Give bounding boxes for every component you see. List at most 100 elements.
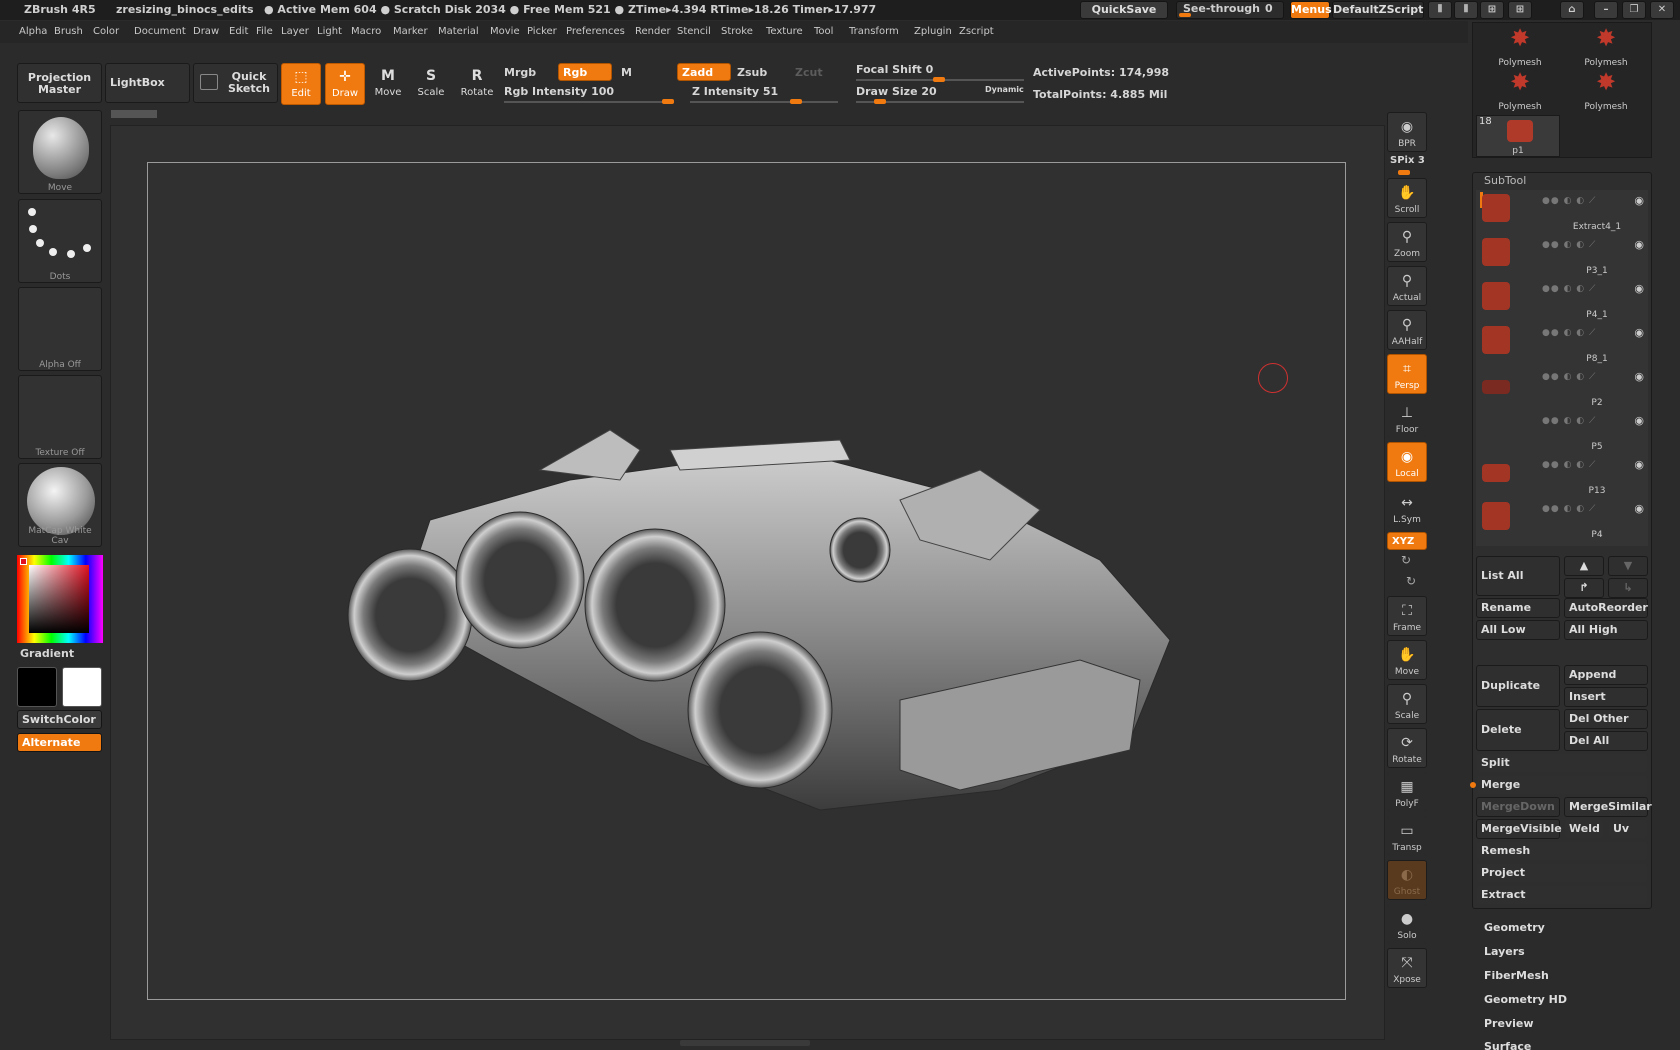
jump-down-arrow-icon[interactable]: ↳: [1608, 578, 1648, 598]
auto-reorder-button[interactable]: AutoReorder: [1564, 598, 1648, 618]
preview-section[interactable]: Preview: [1484, 1017, 1534, 1030]
subtool-row-p13[interactable]: ●● ◐ ◐ ⟋ ◉ P13: [1476, 454, 1652, 498]
subtool-toggles[interactable]: ●● ◐ ◐ ⟋: [1542, 240, 1596, 250]
visibility-eye-icon[interactable]: ◉: [1634, 370, 1644, 383]
menu-brush[interactable]: Brush: [54, 26, 83, 37]
weld-toggle[interactable]: Weld: [1564, 819, 1604, 839]
subtool-title[interactable]: SubTool: [1484, 174, 1526, 187]
move-mode-button[interactable]: M Move: [368, 63, 408, 105]
mrgb-button[interactable]: Mrgb: [504, 66, 536, 79]
stroke-thumbnail[interactable]: Dots: [18, 199, 102, 283]
geometry-section[interactable]: Geometry: [1484, 921, 1545, 934]
rgb-intensity-slider[interactable]: [504, 101, 674, 103]
menu-texture[interactable]: Texture: [766, 26, 803, 37]
subtool-toggles[interactable]: ●● ◐ ◐ ⟋: [1542, 372, 1596, 382]
see-through-slider[interactable]: See-through 0: [1176, 1, 1284, 19]
solo-toggle[interactable]: ● Solo: [1387, 904, 1427, 944]
menu-marker[interactable]: Marker: [393, 26, 428, 37]
floor-toggle[interactable]: ⊥ Floor: [1387, 398, 1427, 438]
xpose-button[interactable]: ⤧ Xpose: [1387, 948, 1427, 988]
layout-icon-1[interactable]: ⫴: [1428, 1, 1452, 19]
merge-down-button[interactable]: MergeDown: [1476, 797, 1560, 817]
rotate-mode-button[interactable]: R Rotate: [457, 63, 497, 105]
move-view-button[interactable]: ✋ Move: [1387, 640, 1427, 680]
polymesh-tool-4[interactable]: ✸ Polymesh: [1578, 70, 1634, 114]
all-high-button[interactable]: All High: [1564, 620, 1648, 640]
see-through-knob[interactable]: [1179, 13, 1191, 17]
perspective-toggle[interactable]: ⌗ Persp: [1387, 354, 1427, 394]
del-all-button[interactable]: Del All: [1564, 731, 1648, 751]
projection-master-button[interactable]: Projection Master: [17, 63, 102, 103]
menu-light[interactable]: Light: [317, 26, 342, 37]
zsub-button[interactable]: Zsub: [737, 66, 767, 79]
draw-mode-button[interactable]: ✛ Draw: [325, 63, 365, 105]
subtool-toggles[interactable]: ●● ◐ ◐ ⟋: [1542, 504, 1596, 514]
visibility-eye-icon[interactable]: ◉: [1634, 326, 1644, 339]
bpr-button[interactable]: ◉ BPR: [1387, 112, 1427, 152]
menu-layer[interactable]: Layer: [281, 26, 309, 37]
subtool-toggles[interactable]: ●● ◐ ◐ ⟋: [1542, 460, 1596, 470]
switch-color-button[interactable]: SwitchColor: [17, 710, 102, 729]
menu-alpha[interactable]: Alpha: [19, 26, 47, 37]
z-intensity-knob[interactable]: [790, 99, 802, 104]
duplicate-button[interactable]: Duplicate: [1476, 665, 1560, 707]
insert-button[interactable]: Insert: [1564, 687, 1648, 707]
lsym-toggle[interactable]: ↔ L.Sym: [1387, 488, 1427, 528]
polyframe-toggle[interactable]: ▦ PolyF: [1387, 772, 1427, 812]
color-square[interactable]: [29, 565, 89, 633]
lock-icon[interactable]: ⌂: [1560, 1, 1584, 19]
xyz-toggle[interactable]: XYZ: [1387, 532, 1427, 550]
fibermesh-section[interactable]: FiberMesh: [1484, 969, 1549, 982]
current-tool-p1[interactable]: 18 p1: [1476, 115, 1560, 157]
all-low-button[interactable]: All Low: [1476, 620, 1560, 640]
restore-icon[interactable]: ❐: [1622, 1, 1646, 19]
subtool-row-p4[interactable]: ●● ◐ ◐ ⟋ ◉ P4: [1476, 498, 1652, 542]
menu-render[interactable]: Render: [635, 26, 671, 37]
scroll-view-button[interactable]: ✋ Scroll: [1387, 178, 1427, 218]
rgb-button[interactable]: Rgb: [558, 63, 612, 81]
material-thumbnail[interactable]: MatCap White Cav: [18, 463, 102, 547]
uv-toggle[interactable]: Uv: [1608, 819, 1648, 839]
rotate-z-icon[interactable]: ↻: [1406, 574, 1416, 588]
menu-document[interactable]: Document: [134, 26, 186, 37]
polymesh-tool-2[interactable]: ✸ Polymesh: [1578, 26, 1634, 70]
subtool-row-extract4-1[interactable]: ●● ◐ ◐ ⟋ ◉ Extract4_1: [1476, 190, 1652, 234]
split-section[interactable]: Split: [1476, 753, 1648, 773]
append-button[interactable]: Append: [1564, 665, 1648, 685]
ghost-toggle[interactable]: ◐ Ghost: [1387, 860, 1427, 900]
lightbox-button[interactable]: LightBox: [105, 63, 190, 103]
z-intensity-slider[interactable]: [690, 101, 838, 103]
transparency-toggle[interactable]: ▭ Transp: [1387, 816, 1427, 856]
binocular-model[interactable]: [340, 410, 1180, 850]
visibility-eye-icon[interactable]: ◉: [1634, 238, 1644, 251]
visibility-eye-icon[interactable]: ◉: [1634, 502, 1644, 515]
close-icon[interactable]: ✕: [1650, 1, 1674, 19]
polymesh-tool-1[interactable]: ✸ Polymesh: [1492, 26, 1548, 70]
menu-macro[interactable]: Macro: [351, 26, 381, 37]
minimize-icon[interactable]: –: [1594, 1, 1618, 19]
merge-visible-button[interactable]: MergeVisible: [1476, 819, 1562, 839]
subtool-toggles[interactable]: ●● ◐ ◐ ⟋: [1542, 328, 1596, 338]
menu-file[interactable]: File: [256, 26, 273, 37]
subtool-row-p4-1[interactable]: ●● ◐ ◐ ⟋ ◉ P4_1: [1476, 278, 1652, 322]
rotate-y-icon[interactable]: ↻: [1401, 553, 1411, 567]
layout-icon-2[interactable]: ⫴: [1454, 1, 1478, 19]
m-button[interactable]: M: [621, 66, 632, 79]
menu-preferences[interactable]: Preferences: [566, 26, 625, 37]
menu-picker[interactable]: Picker: [527, 26, 557, 37]
layout-icon-3[interactable]: ⊞: [1480, 1, 1504, 19]
subtool-row-p5[interactable]: ●● ◐ ◐ ⟋ ◉ P5: [1476, 410, 1652, 454]
subtool-row-p8-1[interactable]: ●● ◐ ◐ ⟋ ◉ P8_1: [1476, 322, 1652, 366]
menu-material[interactable]: Material: [438, 26, 479, 37]
subtool-row-p3-1[interactable]: ●● ◐ ◐ ⟋ ◉ P3_1: [1476, 234, 1652, 278]
frame-button[interactable]: ⛶ Frame: [1387, 596, 1427, 636]
menu-color[interactable]: Color: [93, 26, 119, 37]
rgb-intensity-knob[interactable]: [662, 99, 674, 104]
merge-section[interactable]: Merge: [1476, 775, 1648, 795]
menu-draw[interactable]: Draw: [193, 26, 219, 37]
visibility-eye-icon[interactable]: ◉: [1634, 414, 1644, 427]
menus-toggle[interactable]: Menus: [1290, 1, 1332, 19]
del-other-button[interactable]: Del Other: [1564, 709, 1648, 729]
brush-thumbnail[interactable]: Move: [18, 110, 102, 194]
visibility-eye-icon[interactable]: ◉: [1634, 194, 1644, 207]
